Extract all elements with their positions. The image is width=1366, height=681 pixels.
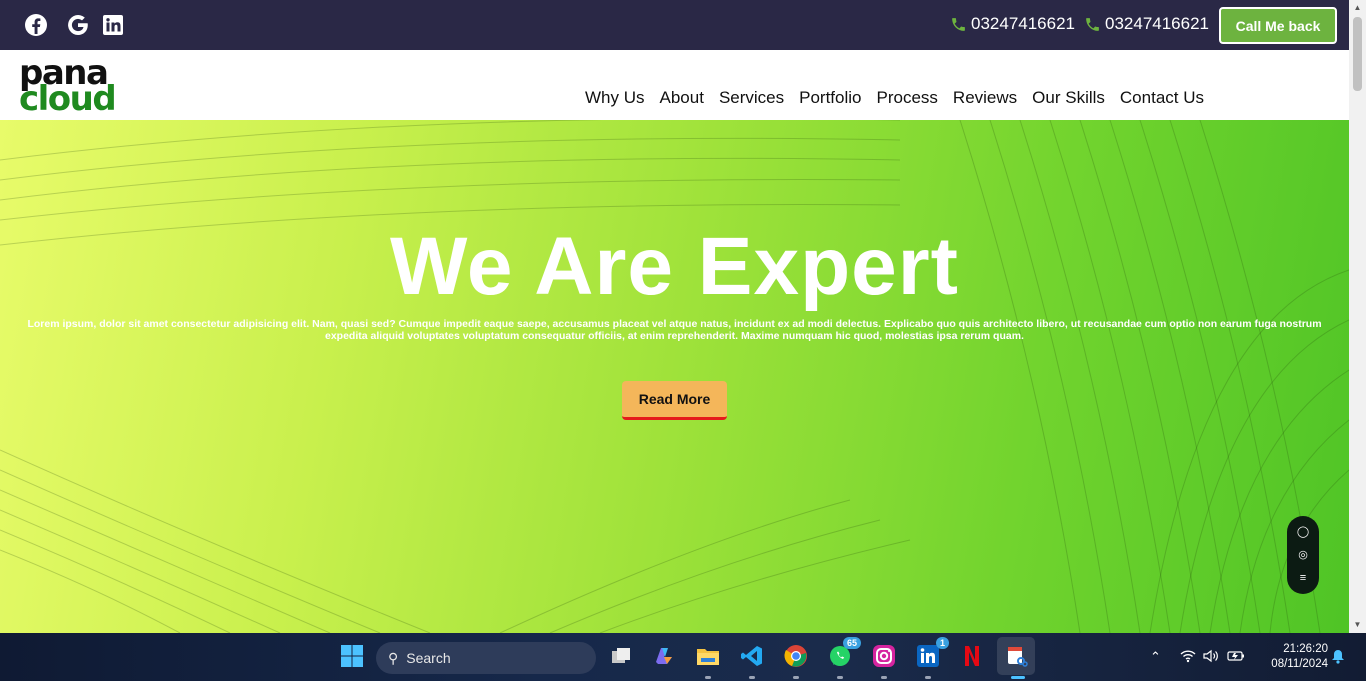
hero-section: We Are Expert Lorem ipsum, dolor sit ame… (0, 120, 1349, 633)
logo-line-2: cloud (19, 79, 117, 119)
nav-why-us[interactable]: Why Us (585, 88, 645, 108)
notification-bell-icon[interactable] (1331, 649, 1345, 667)
running-indicator (749, 676, 755, 679)
volume-icon[interactable] (1203, 649, 1219, 666)
google-icon[interactable] (65, 12, 91, 38)
active-indicator (1011, 676, 1025, 679)
scrollbar-thumb[interactable] (1353, 17, 1362, 91)
clock-time: 21:26:20 (1283, 643, 1328, 655)
nav-reviews[interactable]: Reviews (953, 88, 1017, 108)
scroll-up-arrow-icon[interactable]: ▲ (1349, 0, 1366, 15)
list-icon[interactable]: ≡ (1300, 572, 1306, 584)
phone-number[interactable]: 03247416621 (1084, 14, 1209, 34)
whatsapp-icon[interactable]: 65 (825, 637, 861, 671)
phone-number-text: 03247416621 (971, 14, 1076, 33)
running-indicator (705, 676, 711, 679)
facebook-icon[interactable] (23, 12, 49, 38)
nav-process[interactable]: Process (877, 88, 938, 108)
whatsapp-badge: 65 (842, 637, 861, 649)
taskbar: ⚲ Search 65 1 ⌃ 21:26:20 08/11/2024 (0, 633, 1366, 681)
nav-our-skills[interactable]: Our Skills (1032, 88, 1105, 108)
page-scrollbar[interactable]: ▲ ▼ (1349, 0, 1366, 633)
nav-contact-us[interactable]: Contact Us (1120, 88, 1204, 108)
top-bar: 03247416621 03247416621 Call Me back (0, 0, 1349, 50)
netflix-icon[interactable] (957, 641, 987, 671)
hero-title: We Are Expert (390, 221, 959, 312)
navbar: pana cloud Why Us About Services Portfol… (0, 50, 1349, 120)
scroll-down-arrow-icon[interactable]: ▼ (1349, 617, 1366, 632)
file-explorer-icon[interactable] (693, 641, 723, 671)
hero-background-lines (0, 120, 1349, 633)
read-more-button[interactable]: Read More (622, 381, 727, 420)
phone-icon (1086, 17, 1099, 31)
system-clock[interactable]: 21:26:20 08/11/2024 (1258, 642, 1328, 672)
linkedin-icon[interactable] (100, 12, 126, 38)
linkedin-app-icon[interactable]: 1 (913, 637, 949, 671)
nav-about[interactable]: About (660, 88, 704, 108)
clock-date: 08/11/2024 (1271, 658, 1328, 670)
running-indicator (837, 676, 843, 679)
wifi-icon[interactable] (1180, 649, 1196, 666)
phone-number[interactable]: 03247416621 (950, 14, 1075, 34)
start-icon[interactable] (337, 641, 367, 671)
linkedin-badge: 1 (935, 637, 949, 649)
toggle-icon[interactable]: ◎ (1298, 549, 1308, 561)
running-indicator (881, 676, 887, 679)
nav-portfolio[interactable]: Portfolio (799, 88, 861, 108)
floating-widget: ◯ ◎ ≡ (1287, 516, 1319, 594)
main-nav: Why Us About Services Portfolio Process … (585, 88, 1204, 108)
show-hidden-icons-chevron-icon[interactable]: ⌃ (1150, 649, 1161, 665)
vscode-icon[interactable] (737, 641, 767, 671)
logo[interactable]: pana cloud (19, 56, 123, 119)
chat-icon[interactable]: ◯ (1297, 526, 1309, 538)
phone-number-text: 03247416621 (1105, 14, 1210, 33)
search-icon: ⚲ (388, 649, 399, 666)
task-view-icon[interactable] (606, 641, 636, 671)
nav-services[interactable]: Services (719, 88, 784, 108)
battery-icon[interactable] (1227, 649, 1245, 666)
copilot-icon[interactable] (649, 641, 679, 671)
running-indicator (925, 676, 931, 679)
taskbar-search[interactable]: ⚲ Search (376, 642, 596, 674)
snipping-tool-icon[interactable] (997, 637, 1035, 675)
instagram-icon[interactable] (869, 641, 899, 671)
search-label: Search (406, 650, 451, 666)
hero-description: Lorem ipsum, dolor sit amet consectetur … (27, 318, 1322, 342)
page: 03247416621 03247416621 Call Me back pan… (0, 0, 1366, 681)
chrome-icon[interactable] (781, 641, 811, 671)
call-me-back-button[interactable]: Call Me back (1219, 7, 1337, 44)
running-indicator (793, 676, 799, 679)
phone-icon (952, 17, 965, 31)
